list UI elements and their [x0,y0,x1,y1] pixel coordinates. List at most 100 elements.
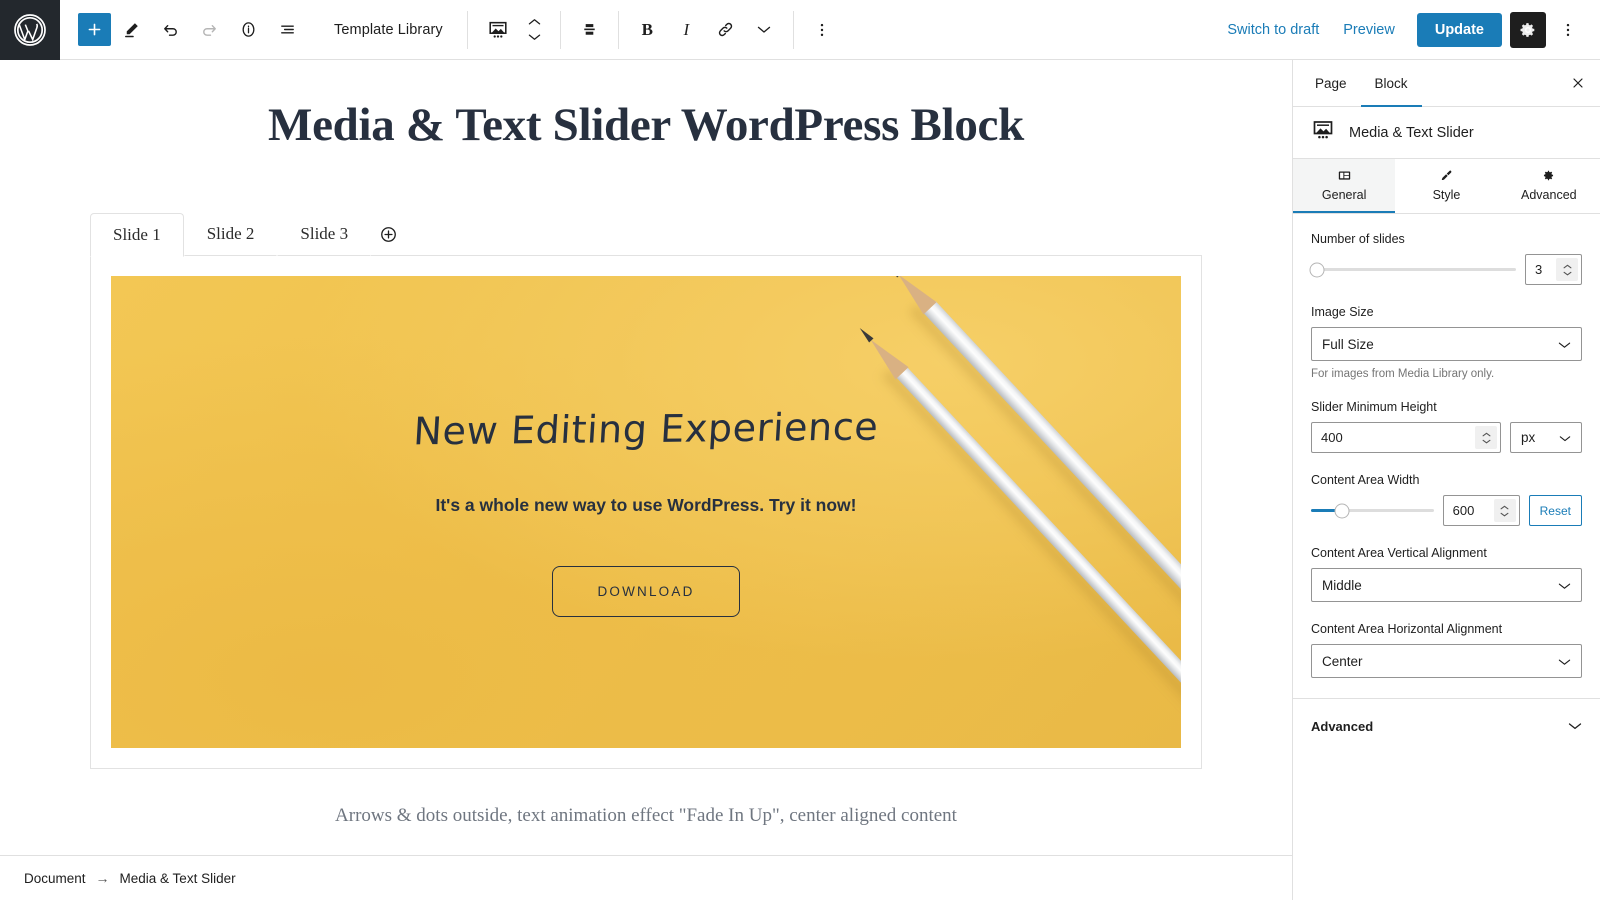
section-tab-general-label: General [1321,188,1367,202]
field-content-area-width: Content Area Width 600 Reset [1311,473,1582,526]
link-icon[interactable] [707,11,744,48]
breadcrumb-document[interactable]: Document [24,871,86,886]
block-movers[interactable] [520,7,550,53]
image-size-value: Full Size [1322,336,1374,352]
download-button[interactable]: DOWNLOAD [552,566,740,617]
sidebar-tabs: Page Block [1293,60,1600,107]
field-content-area-vertical-alignment: Content Area Vertical Alignment Middle [1311,546,1582,602]
section-tab-general[interactable]: General [1293,159,1396,213]
number-of-slides-stepper[interactable] [1556,258,1578,281]
brush-icon [1395,169,1497,183]
content-area-width-stepper[interactable] [1493,499,1516,522]
slide-heading[interactable]: New Editing Experience [149,402,1142,456]
settings-sidebar: Page Block Media & Text Slider General S… [1292,60,1600,900]
info-icon[interactable] [230,11,267,48]
sidebar-block-name: Media & Text Slider [1349,124,1474,141]
chevron-down-icon [529,34,541,40]
slide-tab-1[interactable]: Slide 1 [90,213,184,257]
chevron-down-icon [1558,337,1571,352]
wordpress-logo-icon[interactable] [0,0,60,60]
breadcrumb-current-block[interactable]: Media & Text Slider [120,871,236,886]
settings-gear-icon[interactable] [1510,11,1546,48]
block-caption[interactable]: Arrows & dots outside, text animation ef… [90,805,1202,827]
top-bar-right-actions: Switch to draft Preview Update [1215,0,1600,60]
media-text-slider-block[interactable]: Slide 1 Slide 2 Slide 3 New Editing Expe… [90,212,1202,827]
breadcrumb: Document → Media & Text Slider [0,855,1292,900]
media-text-slider-icon[interactable] [478,10,518,50]
slider-minimum-height-label: Slider Minimum Height [1311,400,1437,414]
content-area-width-input[interactable]: 600 [1442,495,1520,526]
media-text-slider-icon [1311,118,1335,147]
number-of-slides-input[interactable]: 3 [1525,254,1582,285]
section-tab-style-label: Style [1432,188,1461,202]
slide-tabs-filler [405,214,1202,256]
tab-block-label: Block [1374,75,1408,91]
slide-paragraph[interactable]: It's a whole new way to use WordPress. T… [151,495,1141,516]
page-title[interactable]: Media & Text Slider WordPress Block [0,98,1292,152]
slide-tab-3[interactable]: Slide 3 [277,212,372,256]
add-block-button[interactable] [78,13,111,46]
field-slider-minimum-height: Slider Minimum Height 400 px [1311,400,1582,453]
slider-minimum-height-input[interactable]: 400 [1311,422,1501,453]
sidebar-controls: Number of slides 3 Image Size Full Size … [1293,214,1600,900]
toolbar-divider [466,10,468,49]
list-view-icon[interactable] [269,11,306,48]
gear-icon [1498,169,1600,183]
content-area-vertical-alignment-label: Content Area Vertical Alignment [1311,546,1487,560]
toolbar-divider [559,10,561,49]
advanced-accordion[interactable]: Advanced [1311,699,1582,735]
chevron-down-icon [1568,717,1582,735]
advanced-accordion-label: Advanced [1311,718,1374,734]
close-sidebar-icon[interactable] [1556,60,1600,106]
italic-button[interactable]: I [668,11,705,48]
chevron-down-icon [1558,578,1571,593]
tab-page[interactable]: Page [1301,61,1361,107]
breadcrumb-arrow-icon: → [95,870,110,886]
content-area-horizontal-alignment-label: Content Area Horizontal Alignment [1311,622,1503,636]
italic-label: I [683,19,690,39]
content-area-vertical-alignment-select[interactable]: Middle [1311,568,1582,602]
editor-top-bar: Template Library B I Switch to draft Pre… [0,0,1600,60]
add-slide-plus-circle-icon[interactable] [371,214,406,256]
preview-button[interactable]: Preview [1331,16,1407,44]
vertical-align-icon[interactable] [571,11,608,48]
slider-minimum-height-value: 400 [1321,430,1343,445]
tab-page-label: Page [1315,75,1347,91]
slide-tab-2[interactable]: Slide 2 [183,212,278,256]
section-tab-advanced[interactable]: Advanced [1498,159,1600,213]
slide-tabs: Slide 1 Slide 2 Slide 3 [90,212,1202,257]
number-of-slides-value: 3 [1535,262,1543,277]
sidebar-section-tabs: General Style Advanced [1293,159,1600,214]
number-of-slides-slider[interactable] [1309,255,1516,285]
content-area-width-slider[interactable] [1311,496,1434,526]
content-area-horizontal-alignment-select[interactable]: Center [1311,644,1582,678]
number-of-slides-label: Number of slides [1311,232,1405,246]
section-tab-style[interactable]: Style [1395,159,1497,213]
undo-icon[interactable] [152,11,189,48]
slide-canvas[interactable]: New Editing Experience It's a whole new … [111,276,1181,748]
field-number-of-slides: Number of slides 3 [1309,232,1582,285]
slide-tab-2-label: Slide 2 [206,224,255,244]
switch-to-draft-button[interactable]: Switch to draft [1215,16,1331,44]
slide-tab-1-label: Slide 1 [113,225,161,245]
update-button[interactable]: Update [1416,12,1502,47]
bold-button[interactable]: B [629,11,666,48]
rich-text-group: B I [621,11,791,48]
toolbar-divider [617,10,619,49]
slide-tab-3-label: Slide 3 [300,224,349,244]
more-options-kebab-icon[interactable] [1550,12,1586,48]
image-size-select[interactable]: Full Size [1311,327,1582,361]
slider-minimum-height-stepper[interactable] [1475,426,1497,449]
template-library-button[interactable]: Template Library [334,22,443,38]
redo-icon[interactable] [191,11,228,48]
tab-block[interactable]: Block [1360,61,1422,107]
sidebar-block-header: Media & Text Slider [1293,107,1600,159]
block-options-kebab-icon[interactable] [804,11,841,48]
block-toolbar: B I [470,0,849,60]
alignment-group [563,11,616,48]
slider-minimum-height-unit-select[interactable]: px [1510,422,1582,453]
content-area-width-reset-button[interactable]: Reset [1528,495,1582,526]
slide-frame: New Editing Experience It's a whole new … [90,256,1202,769]
more-rich-text-icon[interactable] [746,11,783,48]
edit-pencil-icon[interactable] [113,11,150,48]
